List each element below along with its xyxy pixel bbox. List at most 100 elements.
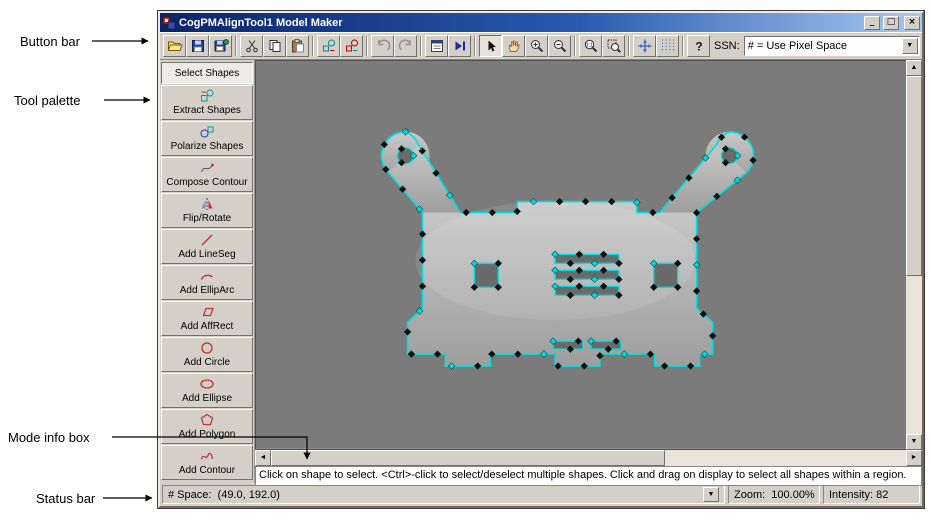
copy-icon — [269, 40, 280, 52]
palette-add-affrect-button[interactable]: Add AffRect — [161, 301, 253, 336]
undo-button[interactable] — [371, 35, 394, 57]
circle-icon — [201, 342, 213, 354]
title-bar[interactable]: CogPMAlignTool1 Model Maker _ □ × — [160, 13, 922, 32]
paste-clipboard-icon — [291, 39, 304, 53]
polygon-icon — [200, 413, 214, 426]
cut-scissors-icon — [245, 40, 258, 53]
copy-button[interactable] — [263, 35, 286, 57]
palette-compose-contour-button[interactable]: Compose Contour — [161, 157, 253, 192]
app-window: CogPMAlignTool1 Model Maker _ □ × 1:1 ? … — [157, 10, 925, 509]
annotation-tool-palette: Tool palette — [14, 93, 81, 108]
screenshot-root: Button bar Tool palette Mode info box St… — [0, 0, 932, 523]
palette-extract-shapes-button[interactable]: Extract Shapes — [161, 85, 253, 120]
palette-item-label: Add AffRect — [180, 321, 234, 332]
save-button[interactable] — [186, 35, 209, 57]
palette-add-circle-button[interactable]: Add Circle — [161, 337, 253, 372]
help-button[interactable]: ? — [687, 35, 710, 57]
grid-dots-button[interactable] — [656, 35, 679, 57]
grid-dots-icon — [661, 39, 674, 53]
grid-crosshair-button[interactable] — [633, 35, 656, 57]
redo-button[interactable] — [394, 35, 417, 57]
zoom-actual-button[interactable]: 1:1 — [579, 35, 602, 57]
ssn-dropdown-button[interactable]: ▼ — [901, 38, 918, 54]
window-body: Select Shapes Extract Shapes Polarize Sh… — [160, 60, 922, 486]
palette-polarize-shapes-button[interactable]: Polarize Shapes — [161, 121, 253, 156]
annotation-status-bar: Status bar — [36, 491, 96, 506]
affrect-icon — [202, 307, 214, 317]
horizontal-scrollbar-thumb[interactable] — [271, 449, 665, 466]
palette-add-elliparc-button[interactable]: Add EllipArc — [161, 265, 253, 300]
save-image-button[interactable] — [209, 35, 232, 57]
shapes-teal-button[interactable] — [317, 35, 340, 57]
palette-item-label: Polarize Shapes — [170, 141, 244, 152]
zoom-out-button[interactable] — [548, 35, 571, 57]
properties-icon — [430, 40, 443, 52]
toolbar-separator — [682, 36, 684, 56]
svg-text:1:1: 1:1 — [586, 43, 593, 49]
scroll-up-button[interactable]: ▲ — [906, 60, 922, 76]
palette-item-label: Add Contour — [178, 465, 236, 476]
palette-item-label: Extract Shapes — [173, 105, 241, 116]
toolbar-separator — [574, 36, 576, 56]
zoom-out-icon — [553, 40, 566, 53]
shapes-teal-icon — [322, 39, 335, 52]
ssn-combobox[interactable]: # = Use Pixel Space ▼ — [743, 36, 920, 56]
zoom-panel: Zoom: 100.00% — [728, 485, 820, 504]
ssn-label: SSN: — [714, 40, 740, 52]
paste-button[interactable] — [286, 35, 309, 57]
close-button[interactable]: × — [904, 15, 920, 30]
scroll-left-button[interactable]: ◄ — [255, 449, 271, 466]
zoom-fit-button[interactable] — [602, 35, 625, 57]
window-title: CogPMAlignTool1 Model Maker — [179, 16, 343, 29]
pan-button[interactable] — [502, 35, 525, 57]
minimize-button[interactable]: _ — [864, 15, 880, 30]
toolbar-separator — [235, 36, 237, 56]
zoom-in-icon — [530, 40, 543, 53]
palette-add-lineseg-button[interactable]: Add LineSeg — [161, 229, 253, 264]
properties-button[interactable] — [425, 35, 448, 57]
palette-item-label: Add Ellipse — [181, 393, 233, 404]
toolbar-separator — [366, 36, 368, 56]
save-floppy-icon — [191, 40, 204, 52]
space-value: # Space: (49.0, 192.0) — [168, 488, 280, 501]
palette-add-polygon-button[interactable]: Add Polygon — [161, 409, 253, 444]
redo-icon — [398, 39, 411, 51]
scroll-down-button[interactable]: ▼ — [906, 433, 922, 450]
palette-add-contour-button[interactable]: Add Contour — [161, 445, 253, 480]
horizontal-scrollbar[interactable]: ◄ ► — [255, 449, 922, 466]
space-panel[interactable]: # Space: (49.0, 192.0) ▼ — [162, 485, 725, 504]
zoom-actual-icon: 1:1 — [584, 39, 597, 53]
vertical-scrollbar-track[interactable] — [906, 76, 922, 434]
vertical-scrollbar[interactable]: ▲ ▼ — [906, 60, 922, 450]
select-pointer-button[interactable] — [479, 35, 502, 57]
compose-contour-icon — [201, 163, 214, 173]
lineseg-icon — [201, 234, 213, 246]
palette-item-label: Select Shapes — [174, 67, 240, 79]
polarize-shapes-icon — [200, 126, 214, 138]
intensity-value: Intensity: 82 — [829, 488, 889, 501]
palette-select-shapes-button[interactable]: Select Shapes — [161, 62, 253, 84]
palette-item-label: Flip/Rotate — [182, 213, 232, 224]
ssn-value: # = Use Pixel Space — [747, 40, 848, 52]
run-once-button[interactable] — [448, 35, 471, 57]
model-display[interactable] — [255, 60, 906, 450]
contour-icon — [200, 452, 213, 460]
vertical-scrollbar-thumb[interactable] — [906, 76, 922, 277]
shapes-red-icon — [345, 39, 358, 52]
palette-flip-rotate-button[interactable]: Flip/Rotate — [161, 193, 253, 228]
intensity-panel: Intensity: 82 — [823, 485, 920, 504]
status-bar: # Space: (49.0, 192.0) ▼ Zoom: 100.00% I… — [160, 483, 922, 506]
space-dropdown-button[interactable]: ▼ — [703, 487, 719, 502]
annotation-button-bar: Button bar — [20, 34, 80, 49]
open-button[interactable] — [163, 35, 186, 57]
scroll-right-button[interactable]: ► — [906, 449, 922, 466]
cut-button[interactable] — [240, 35, 263, 57]
extract-shapes-icon — [201, 89, 214, 102]
maximize-button[interactable]: □ — [883, 15, 899, 30]
zoom-in-button[interactable] — [525, 35, 548, 57]
palette-add-ellipse-button[interactable]: Add Ellipse — [161, 373, 253, 408]
open-folder-icon — [167, 41, 183, 51]
horizontal-scrollbar-track[interactable] — [271, 449, 906, 466]
zoom-value: Zoom: 100.00% — [734, 488, 815, 501]
shapes-red-button[interactable] — [340, 35, 363, 57]
